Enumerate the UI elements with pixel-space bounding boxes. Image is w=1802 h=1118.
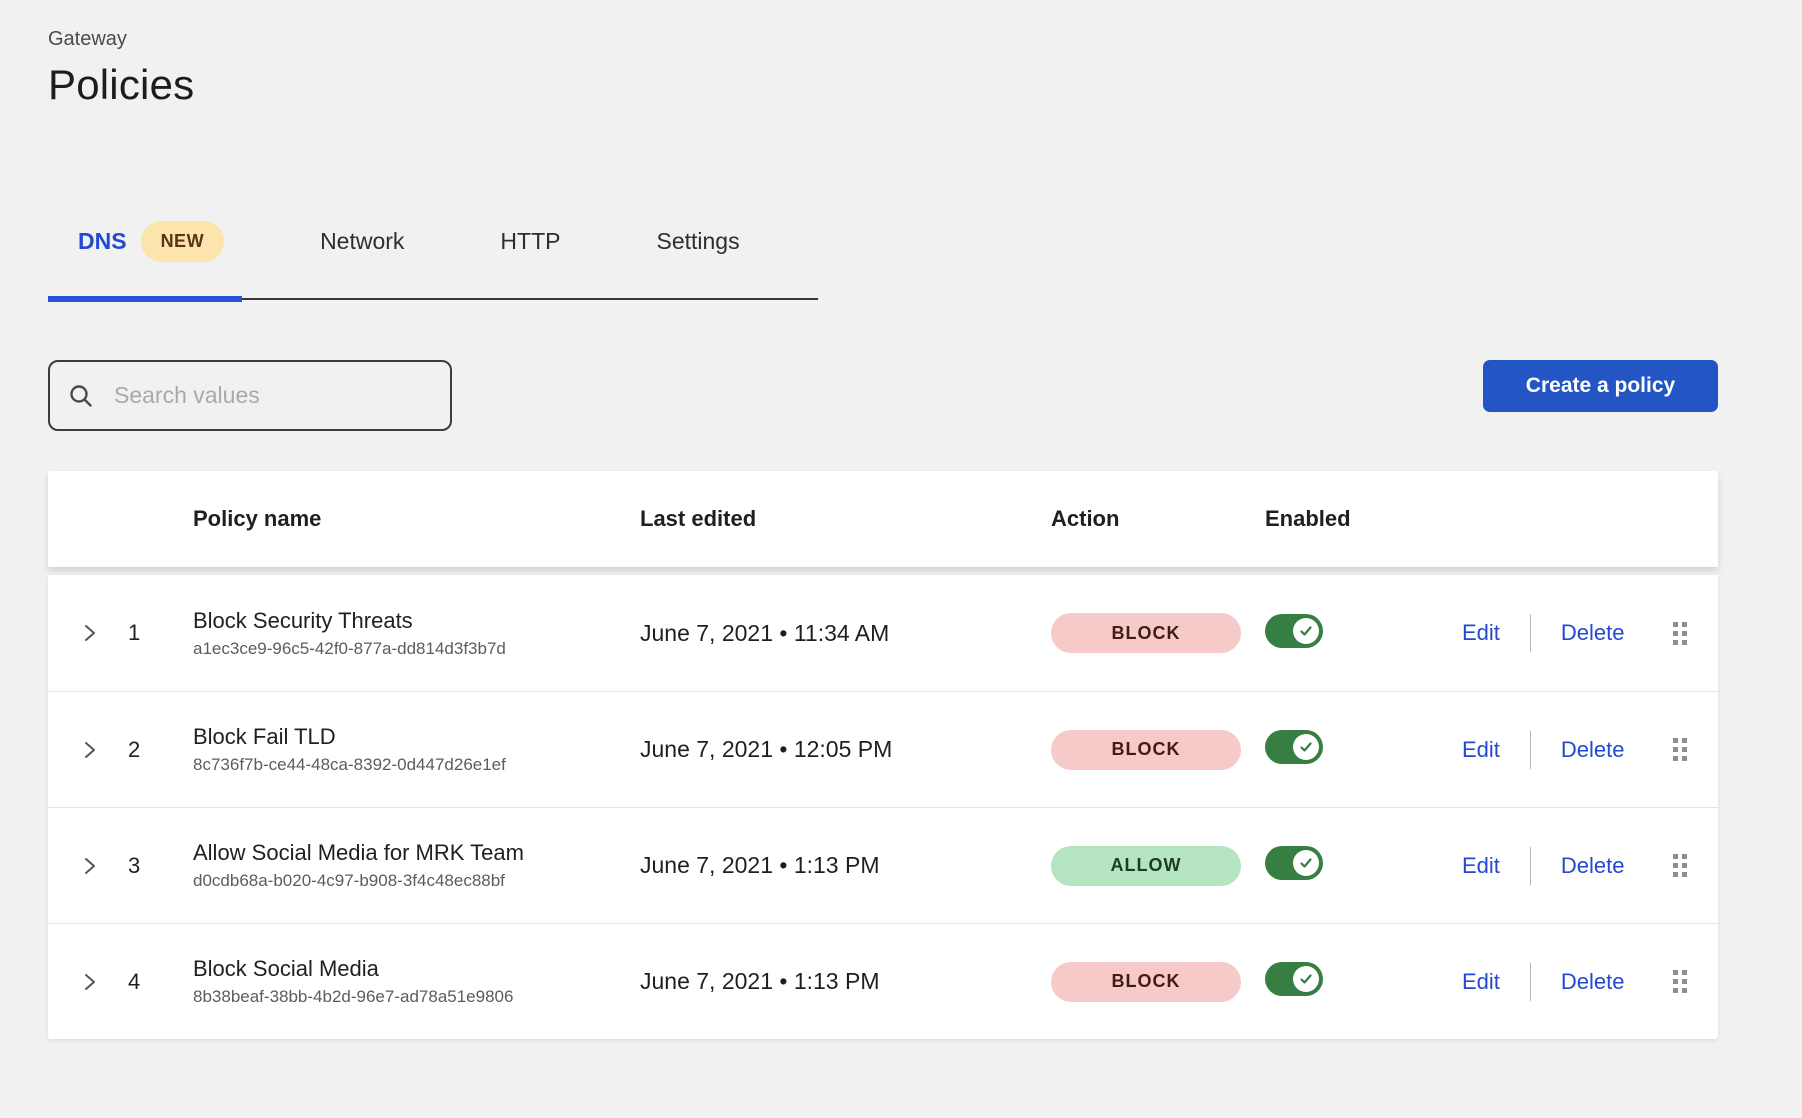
chevron-right-icon[interactable] xyxy=(82,621,98,645)
action-badge: BLOCK xyxy=(1051,962,1241,1002)
delete-link[interactable]: Delete xyxy=(1561,853,1625,879)
drag-handle-icon[interactable] xyxy=(1673,854,1687,877)
policy-uuid: d0cdb68a-b020-4c97-b908-3f4c48ec88bf xyxy=(193,871,640,891)
action-badge: BLOCK xyxy=(1051,730,1241,770)
chevron-right-icon[interactable] xyxy=(82,738,98,762)
action-divider xyxy=(1530,731,1531,769)
policy-uuid: 8c736f7b-ce44-48ca-8392-0d447d26e1ef xyxy=(193,755,640,775)
check-icon xyxy=(1298,623,1314,639)
column-header-enabled: Enabled xyxy=(1265,506,1462,532)
policy-name: Block Security Threats xyxy=(193,608,640,634)
edit-link[interactable]: Edit xyxy=(1462,737,1500,763)
edit-link[interactable]: Edit xyxy=(1462,620,1500,646)
action-badge: BLOCK xyxy=(1051,613,1241,653)
policy-name: Block Social Media xyxy=(193,956,640,982)
tab-dns[interactable]: DNS NEW xyxy=(78,221,224,262)
action-divider xyxy=(1530,614,1531,652)
search-input[interactable] xyxy=(112,381,432,410)
tab-network-label: Network xyxy=(320,228,404,255)
toggle-knob xyxy=(1293,966,1319,992)
policies-table: Policy name Last edited Action Enabled 1… xyxy=(48,471,1718,1039)
policy-uuid: a1ec3ce9-96c5-42f0-877a-dd814d3f3b7d xyxy=(193,639,640,659)
delete-link[interactable]: Delete xyxy=(1561,737,1625,763)
create-policy-button[interactable]: Create a policy xyxy=(1483,360,1718,412)
chevron-right-icon[interactable] xyxy=(82,970,98,994)
last-edited-value: June 7, 2021 • 1:13 PM xyxy=(640,968,1051,995)
column-header-action: Action xyxy=(1051,506,1265,532)
enabled-toggle[interactable] xyxy=(1265,730,1323,764)
enabled-toggle[interactable] xyxy=(1265,846,1323,880)
table-row: 3 Allow Social Media for MRK Team d0cdb6… xyxy=(48,807,1718,923)
table-body: 1 Block Security Threats a1ec3ce9-96c5-4… xyxy=(48,575,1718,1039)
tab-bar: DNS NEW Network HTTP Settings xyxy=(48,221,818,300)
enabled-toggle[interactable] xyxy=(1265,614,1323,648)
chevron-right-icon[interactable] xyxy=(82,854,98,878)
column-header-last-edited: Last edited xyxy=(640,506,1051,532)
last-edited-value: June 7, 2021 • 11:34 AM xyxy=(640,620,1051,647)
new-badge: NEW xyxy=(141,221,225,262)
tab-network[interactable]: Network xyxy=(320,228,404,255)
table-row: 4 Block Social Media 8b38beaf-38bb-4b2d-… xyxy=(48,923,1718,1039)
active-tab-indicator xyxy=(48,296,242,302)
edit-link[interactable]: Edit xyxy=(1462,969,1500,995)
row-number: 1 xyxy=(107,620,193,646)
tab-settings-label: Settings xyxy=(656,228,739,255)
breadcrumb: Gateway xyxy=(48,28,1754,51)
policy-uuid: 8b38beaf-38bb-4b2d-96e7-ad78a51e9806 xyxy=(193,987,640,1007)
toggle-knob xyxy=(1293,850,1319,876)
last-edited-value: June 7, 2021 • 1:13 PM xyxy=(640,852,1051,879)
toggle-knob xyxy=(1293,734,1319,760)
search-icon xyxy=(68,383,94,409)
last-edited-value: June 7, 2021 • 12:05 PM xyxy=(640,736,1051,763)
policy-name: Block Fail TLD xyxy=(193,724,640,750)
tab-http[interactable]: HTTP xyxy=(500,228,560,255)
policy-name: Allow Social Media for MRK Team xyxy=(193,840,640,866)
table-row: 1 Block Security Threats a1ec3ce9-96c5-4… xyxy=(48,575,1718,691)
action-divider xyxy=(1530,963,1531,1001)
enabled-toggle[interactable] xyxy=(1265,962,1323,996)
action-badge: ALLOW xyxy=(1051,846,1241,886)
delete-link[interactable]: Delete xyxy=(1561,620,1625,646)
drag-handle-icon[interactable] xyxy=(1673,738,1687,761)
row-number: 2 xyxy=(107,737,193,763)
delete-link[interactable]: Delete xyxy=(1561,969,1625,995)
action-divider xyxy=(1530,847,1531,885)
drag-handle-icon[interactable] xyxy=(1673,970,1687,993)
check-icon xyxy=(1298,855,1314,871)
row-number: 4 xyxy=(107,969,193,995)
table-row: 2 Block Fail TLD 8c736f7b-ce44-48ca-8392… xyxy=(48,691,1718,807)
tab-settings[interactable]: Settings xyxy=(656,228,739,255)
tab-dns-label: DNS xyxy=(78,228,127,255)
check-icon xyxy=(1298,971,1314,987)
search-box[interactable] xyxy=(48,360,452,431)
edit-link[interactable]: Edit xyxy=(1462,853,1500,879)
row-number: 3 xyxy=(107,853,193,879)
page-title: Policies xyxy=(48,61,1754,109)
drag-handle-icon[interactable] xyxy=(1673,622,1687,645)
tab-http-label: HTTP xyxy=(500,228,560,255)
column-header-policy-name: Policy name xyxy=(193,506,640,532)
table-header: Policy name Last edited Action Enabled xyxy=(48,471,1718,567)
toggle-knob xyxy=(1293,618,1319,644)
toolbar: Create a policy xyxy=(48,360,1718,431)
check-icon xyxy=(1298,739,1314,755)
